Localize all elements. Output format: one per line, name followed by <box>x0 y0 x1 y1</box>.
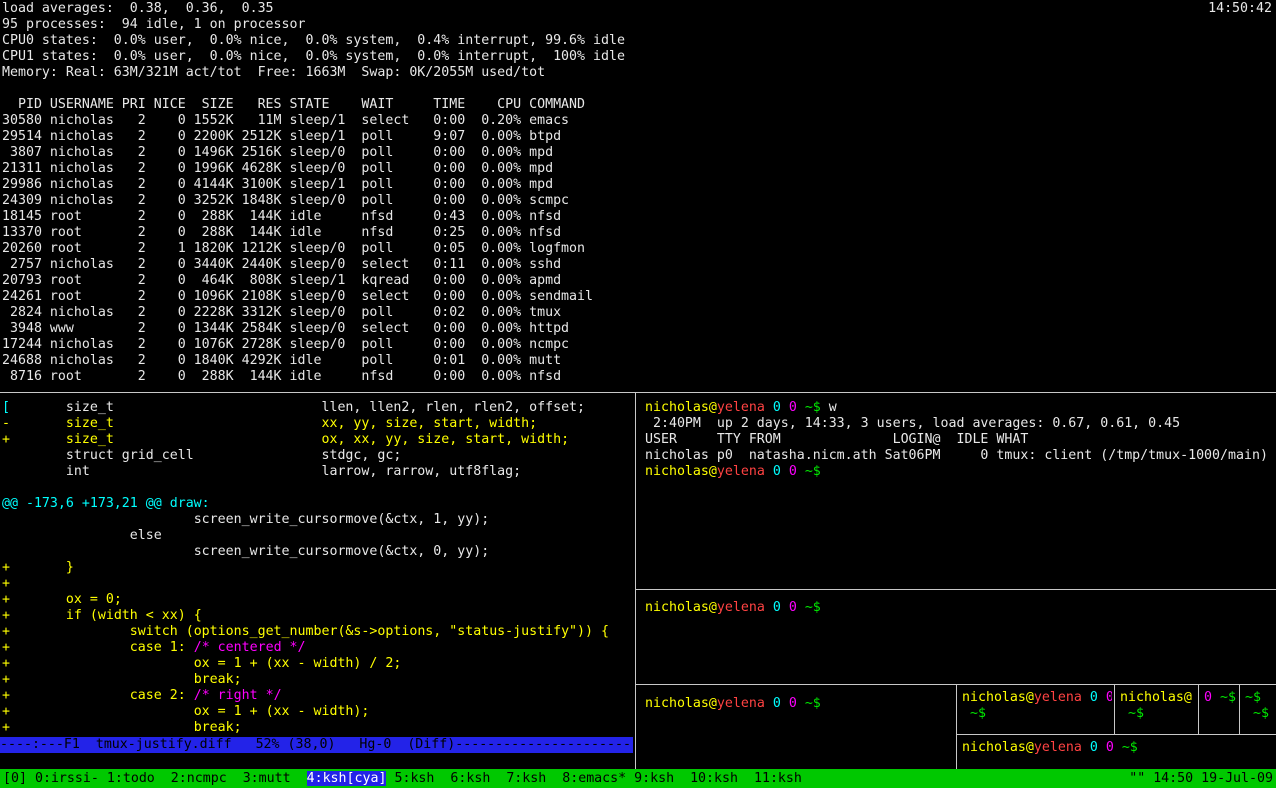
pane-border-vertical-small <box>956 684 957 769</box>
terminal-line: + ox = 1 + (xx - width) / 2; <box>2 656 633 672</box>
terminal-line: + size_t ox, xx, yy, size, start, width; <box>2 432 633 448</box>
pane-border-vertical-small-3 <box>1239 684 1240 734</box>
terminal-line: + break; <box>2 720 633 736</box>
terminal-line: ~$ <box>1245 690 1274 706</box>
terminal-line: nicholas@yelena 0 0 ~$ <box>645 600 1276 616</box>
pane-emacs-diff[interactable]: [ size_t llen, llen2, rlen, rlen2, offse… <box>2 400 633 736</box>
terminal-line: 30580 nicholas 2 0 1552K 11M sleep/1 sel… <box>2 113 1274 129</box>
terminal-line: screen_write_cursormove(&ctx, 0, yy); <box>2 544 633 560</box>
status-window[interactable]: 3:mutt <box>243 771 299 786</box>
terminal-line: 21311 nicholas 2 0 1996K 4628K sleep/0 p… <box>2 161 1274 177</box>
status-window[interactable]: 2:ncmpc <box>171 771 235 786</box>
terminal-line: + case 1: /* centered */ <box>2 640 633 656</box>
terminal-line: 3948 www 2 0 1344K 2584K sleep/0 select … <box>2 321 1274 337</box>
terminal-line: ~$ <box>1120 706 1196 722</box>
terminal-line: + } <box>2 560 633 576</box>
terminal-line: + if (width < xx) { <box>2 608 633 624</box>
terminal-line: struct grid_cell stdgc, gc; <box>2 448 633 464</box>
terminal-line: int larrow, rarrow, utf8flag; <box>2 464 633 480</box>
terminal-line: + switch (options_get_number(&s->options… <box>2 624 633 640</box>
terminal-line: - size_t xx, yy, size, start, width; <box>2 416 633 432</box>
terminal-line: 3807 nicholas 2 0 1496K 2516K sleep/0 po… <box>2 145 1274 161</box>
terminal-line: 29514 nicholas 2 0 2200K 2512K sleep/1 p… <box>2 129 1274 145</box>
status-window[interactable]: 1:todo <box>107 771 163 786</box>
pane-border-horizontal-right-1 <box>636 589 1276 590</box>
tmux-status-bar: [0] 0:irssi- 1:todo 2:ncmpc 3:mutt 4:ksh… <box>0 769 1276 788</box>
terminal-line: nicholas@ <box>1120 690 1196 706</box>
terminal-line: 8716 root 2 0 288K 144K idle nfsd 0:00 0… <box>2 369 1274 385</box>
status-window[interactable]: 7:ksh <box>506 771 554 786</box>
pane-shell-small-3[interactable]: 0 ~$ <box>1204 690 1237 730</box>
pane-shell-2[interactable]: nicholas@yelena 0 0 ~$ <box>645 600 1276 682</box>
terminal-line: screen_write_cursormove(&ctx, 1, yy); <box>2 512 633 528</box>
terminal-line: + case 2: /* right */ <box>2 688 633 704</box>
emacs-modeline: ----:---F1 tmux-justify.diff 52% (38,0) … <box>0 737 633 753</box>
terminal-line: nicholas@yelena 0 0 ~$ <box>645 464 1276 480</box>
terminal-line: nicholas@yelena 0 0 ~$ <box>645 696 953 712</box>
terminal-line: USER TTY FROM LOGIN@ IDLE WHAT <box>645 432 1276 448</box>
status-window[interactable]: 11:ksh <box>754 771 802 786</box>
terminal-line: 24309 nicholas 2 0 3252K 1848K sleep/0 p… <box>2 193 1274 209</box>
terminal-line: nicholas@yelena 0 0 ~$ w <box>645 400 1276 416</box>
terminal-line: CPU1 states: 0.0% user, 0.0% nice, 0.0% … <box>2 49 1274 65</box>
terminal-line: + break; <box>2 672 633 688</box>
terminal-line <box>2 480 633 496</box>
terminal-line: nicholas@yelena 0 0 ~$ <box>962 740 1274 756</box>
status-window[interactable]: 9:ksh <box>634 771 682 786</box>
terminal-line: 0 ~$ <box>1204 690 1237 706</box>
terminal-line: + <box>2 576 633 592</box>
status-window[interactable]: 6:ksh <box>450 771 498 786</box>
pane-shell-small-1[interactable]: nicholas@yelena 0 0 ~$ <box>962 690 1112 730</box>
terminal-line: 29986 nicholas 2 0 4144K 3100K sleep/1 p… <box>2 177 1274 193</box>
status-window[interactable]: 0:irssi- <box>35 771 99 786</box>
emacs-minibuffer <box>0 753 633 769</box>
status-window[interactable]: 5:ksh <box>394 771 442 786</box>
pane-shell-small-4[interactable]: ~$ ~$ <box>1245 690 1274 730</box>
pane-shell-w[interactable]: nicholas@yelena 0 0 ~$ w 2:40PM up 2 day… <box>645 400 1276 586</box>
terminal-line: 13370 root 2 0 288K 144K idle nfsd 0:25 … <box>2 225 1274 241</box>
terminal-line: else <box>2 528 633 544</box>
terminal-line: PID USERNAME PRI NICE SIZE RES STATE WAI… <box>2 97 1274 113</box>
terminal-line: nicholas p0 natasha.nicm.ath Sat06PM 0 t… <box>645 448 1276 464</box>
terminal-line: 24261 root 2 0 1096K 2108K sleep/0 selec… <box>2 289 1274 305</box>
pane-border-vertical-small-1 <box>1114 684 1115 734</box>
pane-shell-small-2[interactable]: nicholas@ ~$ <box>1120 690 1196 730</box>
terminal-line: 2757 nicholas 2 0 3440K 2440K sleep/0 se… <box>2 257 1274 273</box>
terminal-line: + ox = 1 + (xx - width); <box>2 704 633 720</box>
terminal-line: nicholas@yelena 0 0 <box>962 690 1112 706</box>
pane-border-vertical-main <box>635 392 636 769</box>
terminal-line: @@ -173,6 +173,21 @@ draw: <box>2 496 633 512</box>
terminal-line: [ size_t llen, llen2, rlen, rlen2, offse… <box>2 400 633 416</box>
terminal-line: 20260 root 2 1 1820K 1212K sleep/0 poll … <box>2 241 1274 257</box>
terminal-line: ~$ <box>1245 706 1274 722</box>
status-window[interactable]: 8:emacs* <box>562 771 626 786</box>
terminal-line: 95 processes: 94 idle, 1 on processor <box>2 17 1274 33</box>
pane-border-vertical-small-2 <box>1198 684 1199 734</box>
terminal-line: 18145 root 2 0 288K 144K idle nfsd 0:43 … <box>2 209 1274 225</box>
status-window-active[interactable]: 4:ksh[cya] <box>307 771 387 786</box>
pane-shell-3[interactable]: nicholas@yelena 0 0 ~$ <box>645 696 953 766</box>
terminal-line: 17244 nicholas 2 0 1076K 2728K sleep/0 p… <box>2 337 1274 353</box>
terminal-line: load averages: 0.38, 0.36, 0.35 <box>2 1 1274 17</box>
terminal-line: 20793 root 2 0 464K 808K sleep/1 kqread … <box>2 273 1274 289</box>
terminal-line: 24688 nicholas 2 0 1840K 4292K idle poll… <box>2 353 1274 369</box>
status-window[interactable]: 10:ksh <box>690 771 746 786</box>
terminal-line: 2824 nicholas 2 0 2228K 3312K sleep/0 po… <box>2 305 1274 321</box>
pane-border-horizontal-right-3 <box>957 734 1276 735</box>
pane-border-horizontal-main <box>0 392 1276 393</box>
terminal-line <box>2 81 1274 97</box>
status-window-list: 0:irssi- 1:todo 2:ncmpc 3:mutt 4:ksh[cya… <box>35 771 802 787</box>
terminal-line: CPU0 states: 0.0% user, 0.0% nice, 0.0% … <box>2 33 1274 49</box>
terminal-line: 2:40PM up 2 days, 14:33, 3 users, load a… <box>645 416 1276 432</box>
status-right-clock: "" 14:50 19-Jul-09 <box>1129 771 1273 787</box>
terminal-line: Memory: Real: 63M/321M act/tot Free: 166… <box>2 65 1274 81</box>
status-session-name: [0] <box>3 771 27 787</box>
terminal-line: + ox = 0; <box>2 592 633 608</box>
terminal-screen: load averages: 0.38, 0.36, 0.3595 proces… <box>0 0 1276 788</box>
pane-shell-4[interactable]: nicholas@yelena 0 0 ~$ <box>962 740 1274 768</box>
pane-top-command[interactable]: load averages: 0.38, 0.36, 0.3595 proces… <box>2 1 1274 391</box>
top-clock: 14:50:42 <box>1208 1 1272 17</box>
terminal-line: ~$ <box>962 706 1112 722</box>
